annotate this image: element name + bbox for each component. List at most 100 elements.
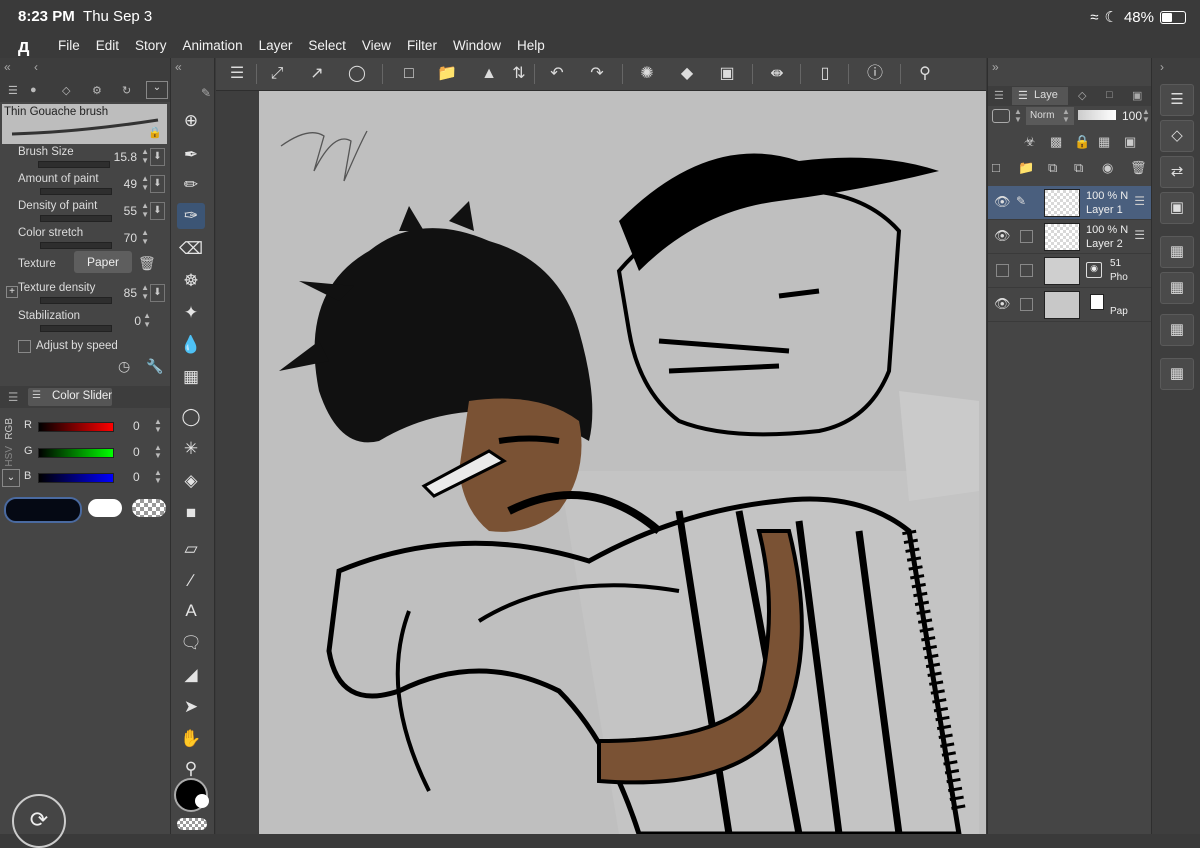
back-icon[interactable]: ‹ [34, 60, 38, 74]
pencil-tool-icon[interactable]: ✏ [177, 172, 205, 198]
layer-row-paper[interactable]: 👁 Pap [988, 288, 1151, 322]
lasso-tool-icon[interactable]: ◯ [177, 404, 205, 430]
reset-icon[interactable]: ◷ [118, 358, 130, 375]
layer-row-layer-2[interactable]: 👁 100 % N Layer 2 ☰ [988, 220, 1151, 254]
texture-button[interactable]: Paper [74, 251, 132, 273]
fill-tool-icon[interactable]: ◈ [177, 468, 205, 494]
material-palette-icon-1[interactable]: ▦ [1160, 236, 1194, 268]
figure-tool-icon[interactable]: ▦ [177, 364, 205, 390]
material-palette-icon-2[interactable]: ▦ [1160, 272, 1194, 304]
lock-layer-icon[interactable]: 🔒 [1074, 134, 1090, 150]
eraser-tool-icon[interactable]: ⌫ [177, 236, 205, 262]
panel-menu-icon[interactable]: ☰ [8, 390, 18, 404]
slider-green[interactable]: G 0 ▲ ▼ [20, 444, 165, 466]
menu-file[interactable]: File [58, 38, 80, 53]
menu-story[interactable]: Story [135, 38, 167, 53]
drawing-canvas[interactable] [259, 91, 986, 834]
chevron-down-icon[interactable]: ⌄ [2, 469, 20, 487]
collapse-left-icon[interactable]: « [4, 60, 11, 74]
blend-tool-icon[interactable]: 💧 [177, 332, 205, 358]
layer-row-photo[interactable]: ◉ 51 Pho [988, 254, 1151, 288]
opacity-slider[interactable] [1078, 110, 1116, 120]
subtool-tab-icon[interactable]: ◇ [62, 84, 70, 97]
layer-drag-handle-icon[interactable]: ☰ [1134, 228, 1145, 242]
param-texture-density[interactable]: Texture density 85 ▲ ▼ ⬇ [18, 280, 165, 306]
param-stabilization[interactable]: Stabilization 0 ▲ ▼ [18, 308, 163, 334]
trash-icon[interactable]: 🗑 [138, 255, 156, 272]
layer-property-palette-icon[interactable]: ◇ [1160, 120, 1194, 152]
menu-view[interactable]: View [362, 38, 391, 53]
eye-icon[interactable]: 👁 [994, 228, 1011, 244]
material-palette-icon-3[interactable]: ▦ [1160, 314, 1194, 346]
new-folder-icon[interactable]: 📁 [1018, 160, 1034, 176]
transform-icon[interactable]: ▣ [716, 63, 738, 85]
settings-tab-icon[interactable]: ⚙ [92, 84, 102, 97]
canvas-size-icon[interactable]: ⤢ [266, 63, 288, 85]
hsv-mode-tab[interactable]: HSV [4, 446, 15, 467]
layer-mask-icon[interactable] [992, 109, 1010, 123]
menu-filter[interactable]: Filter [407, 38, 437, 53]
slider-blue[interactable]: B 0 ▲ ▼ [20, 469, 165, 491]
share-icon[interactable]: ◯ [346, 63, 368, 85]
panel-menu-icon[interactable]: ☰ [8, 84, 18, 97]
pen-edit-icon[interactable]: ✎ [1016, 194, 1026, 208]
download-icon[interactable]: ⬇ [150, 284, 165, 302]
collapse-right-icon[interactable]: » [992, 60, 999, 74]
collapse-tools-icon[interactable]: « [175, 60, 182, 74]
save-spinner-icon[interactable]: ⇅ [508, 63, 530, 85]
brush-preview[interactable]: Thin Gouache brush 🔒 [2, 104, 167, 144]
rgb-mode-tab[interactable]: RGB [4, 418, 15, 440]
mask-enable-icon[interactable]: ▣ [1124, 134, 1136, 150]
new-layer-icon[interactable]: □ [992, 160, 1000, 175]
hand-tool-icon[interactable]: ✋ [177, 726, 205, 752]
balloon-tool-icon[interactable]: 🗨 [177, 630, 205, 656]
layer-checkbox[interactable] [1020, 230, 1033, 243]
merge-layer-icon[interactable]: ⧉ [1074, 160, 1083, 176]
visibility-checkbox[interactable] [996, 264, 1009, 277]
history-palette-icon[interactable]: ⇄ [1160, 156, 1194, 188]
brush-tool-icon[interactable]: ✑ [177, 203, 205, 229]
decoration-tool-icon[interactable]: ✦ [177, 300, 205, 326]
device-icon[interactable]: ▯ [814, 63, 836, 85]
menu-select[interactable]: Select [308, 38, 346, 53]
dropdown-icon[interactable]: ⌄ [146, 81, 168, 99]
menu-help[interactable]: Help [517, 38, 545, 53]
search-icon[interactable]: ⚲ [914, 63, 936, 85]
3d-object-tool-icon[interactable]: ▱ [177, 536, 205, 562]
help-icon[interactable]: ⓘ [864, 63, 886, 85]
layer-property-tab-icon[interactable]: ◇ [1078, 89, 1086, 102]
param-density-of-paint[interactable]: Density of paint 55 ▲ ▼ ⬇ [18, 198, 165, 224]
quick-access-icon[interactable]: ⟳ [12, 794, 66, 848]
layer-drag-handle-icon[interactable]: ☰ [1134, 194, 1145, 208]
layers-palette-icon[interactable]: ☰ [1160, 84, 1194, 116]
move-tool-icon[interactable]: ⊕ [177, 108, 205, 134]
layer-checkbox[interactable] [1020, 264, 1033, 277]
lock-icon[interactable]: 🔒 [148, 126, 162, 139]
download-icon[interactable]: ⬇ [150, 202, 165, 220]
material-palette-icon-4[interactable]: ▦ [1160, 358, 1194, 390]
reference-layer-icon[interactable]: ☣ [1024, 134, 1036, 150]
clip-layer-icon[interactable]: ▩ [1050, 134, 1062, 150]
download-icon[interactable]: ⬇ [150, 148, 165, 166]
gradient-tool-icon[interactable]: ■ [177, 500, 205, 526]
navigator-palette-icon[interactable]: ▣ [1160, 192, 1194, 224]
menu-window[interactable]: Window [453, 38, 501, 53]
line-tool-icon[interactable]: ∕ [177, 568, 205, 594]
eye-icon[interactable]: 👁 [994, 296, 1011, 312]
current-color-sub[interactable] [195, 794, 209, 808]
layer-row-layer-1[interactable]: 👁 ✎ 100 % N Layer 1 ☰ [988, 186, 1151, 220]
collapse-far-right-icon[interactable]: › [1160, 60, 1164, 74]
download-icon[interactable]: ⬇ [150, 175, 165, 193]
lock-transparency-icon[interactable]: ▦ [1098, 134, 1110, 150]
flip-horizontal-icon[interactable]: ⇼ [766, 63, 788, 85]
menu-layer[interactable]: Layer [259, 38, 293, 53]
layer-checkbox[interactable] [1020, 298, 1033, 311]
app-logo-icon[interactable]: д [18, 36, 29, 57]
panel-menu-icon[interactable]: ☰ [994, 89, 1004, 102]
layer-search-tab-icon[interactable]: □ [1106, 89, 1113, 101]
main-color-swatch[interactable] [4, 497, 82, 523]
mask-icon[interactable]: ◉ [1102, 160, 1113, 176]
hamburger-menu-icon[interactable]: ☰ [226, 63, 248, 85]
undo-icon[interactable]: ↶ [546, 63, 568, 85]
navigator-tab-icon[interactable]: ▣ [1132, 89, 1142, 102]
